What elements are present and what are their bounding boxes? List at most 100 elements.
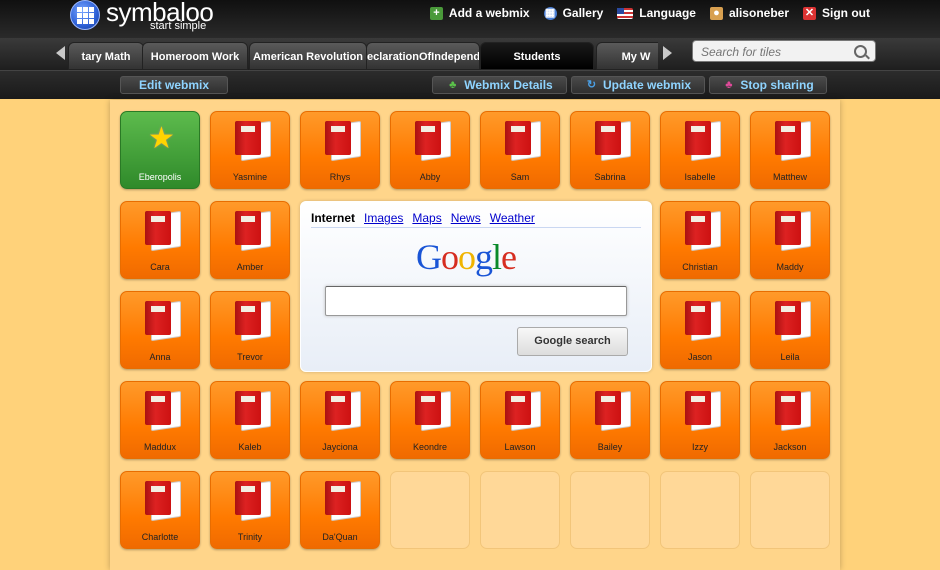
symbaloo-logo[interactable]: symbaloo start simple (70, 0, 230, 38)
webmix-tabs: tary Math Homeroom Work American Revolut… (68, 42, 658, 70)
tile-abby[interactable]: Abby (390, 111, 470, 189)
google-tab-weather[interactable]: Weather (490, 211, 535, 225)
edit-webmix-button[interactable]: Edit webmix (120, 76, 228, 94)
language-link[interactable]: Language (617, 6, 696, 20)
username-label: alisoneber (728, 6, 789, 20)
user-link[interactable]: ● alisoneber (709, 6, 789, 20)
tile-maddy[interactable]: Maddy (750, 201, 830, 279)
book-icon (685, 300, 721, 342)
tile-kaleb[interactable]: Kaleb (210, 381, 290, 459)
tile-label: Trinity (237, 532, 263, 542)
tile-label: Matthew (772, 172, 807, 182)
tabs-scroll-right-icon[interactable] (663, 46, 672, 60)
stop-sharing-label: Stop sharing (740, 78, 814, 92)
tile-label: Cara (150, 262, 170, 272)
tile-maddux[interactable]: Maddux (120, 381, 200, 459)
tile-anna[interactable]: Anna (120, 291, 200, 369)
tab-declaration-of-independence[interactable]: eclarationOfIndepend (366, 42, 480, 70)
tile-label: Jayciona (322, 442, 358, 452)
gallery-link[interactable]: ▦ Gallery (543, 6, 604, 20)
divider (311, 227, 641, 228)
empty-tile-slot (480, 471, 560, 549)
people-icon: ♣ (725, 78, 733, 91)
book-icon (685, 390, 721, 432)
tile-label: Maddy (776, 262, 804, 272)
user-icon: ● (709, 6, 723, 20)
google-tab-news[interactable]: News (451, 211, 481, 225)
book-icon (235, 480, 271, 522)
book-icon (505, 390, 541, 432)
tile-isabelle[interactable]: Isabelle (660, 111, 740, 189)
book-icon (775, 120, 811, 162)
tile-daquan[interactable]: Da'Quan (300, 471, 380, 549)
tile-label: Jason (687, 352, 713, 362)
tab-students[interactable]: Students (480, 42, 594, 70)
gallery-label: Gallery (562, 6, 604, 20)
update-webmix-button[interactable]: ↻ Update webmix (571, 76, 705, 94)
book-icon (325, 390, 361, 432)
tile-label: Leila (780, 352, 800, 362)
search-input[interactable] (699, 43, 853, 61)
tab-elementary-math[interactable]: tary Math (68, 42, 144, 70)
book-icon (685, 120, 721, 162)
empty-tile-slot (660, 471, 740, 549)
tile-bailey[interactable]: Bailey (570, 381, 650, 459)
refresh-icon: ↻ (586, 78, 597, 91)
tile-keondre[interactable]: Keondre (390, 381, 470, 459)
tile-jason[interactable]: Jason (660, 291, 740, 369)
google-search-box (325, 286, 627, 316)
tile-jayciona[interactable]: Jayciona (300, 381, 380, 459)
tile-rhys[interactable]: Rhys (300, 111, 380, 189)
google-search-input[interactable] (330, 291, 624, 313)
add-webmix-label: Add a webmix (448, 6, 530, 20)
google-search-button[interactable]: Google search (517, 327, 628, 356)
google-tab-internet[interactable]: Internet (311, 211, 355, 225)
tab-homeroom-work[interactable]: Homeroom Work (142, 42, 248, 70)
empty-tile-slot (570, 471, 650, 549)
top-header: symbaloo start simple + Add a webmix ▦ G… (0, 0, 940, 38)
tile-eberopolis[interactable]: ★ Eberopolis (120, 111, 200, 189)
tabs-scroll-left-icon[interactable] (56, 46, 65, 60)
tile-yasmine[interactable]: Yasmine (210, 111, 290, 189)
tile-jackson[interactable]: Jackson (750, 381, 830, 459)
search-icon[interactable] (854, 45, 867, 58)
tile-trevor[interactable]: Trevor (210, 291, 290, 369)
symbaloo-logo-icon (70, 0, 100, 30)
tile-label: Kaleb (238, 442, 262, 452)
tile-label: Eberopolis (138, 172, 182, 182)
google-tab-maps[interactable]: Maps (412, 211, 441, 225)
tile-label: Amber (236, 262, 264, 272)
webmix-action-bar: Edit webmix ♣ Webmix Details ↻ Update we… (0, 70, 940, 99)
tile-label: Sam (510, 172, 530, 182)
book-icon (505, 120, 541, 162)
tile-label: Anna (149, 352, 171, 362)
tile-matthew[interactable]: Matthew (750, 111, 830, 189)
tile-izzy[interactable]: Izzy (660, 381, 740, 459)
tile-amber[interactable]: Amber (210, 201, 290, 279)
tile-trinity[interactable]: Trinity (210, 471, 290, 549)
add-webmix-link[interactable]: + Add a webmix (429, 6, 530, 20)
plus-icon: + (429, 6, 443, 20)
tile-leila[interactable]: Leila (750, 291, 830, 369)
tile-charlotte[interactable]: Charlotte (120, 471, 200, 549)
people-icon: ♣ (449, 78, 457, 91)
webmix-details-button[interactable]: ♣ Webmix Details (432, 76, 567, 94)
google-search-tabs: Internet Images Maps News Weather (311, 211, 535, 225)
tile-sam[interactable]: Sam (480, 111, 560, 189)
tile-label: Rhys (329, 172, 351, 182)
book-icon (595, 120, 631, 162)
tab-my-webmix[interactable]: My W (596, 42, 658, 70)
tile-sabrina[interactable]: Sabrina (570, 111, 650, 189)
book-icon (235, 300, 271, 342)
stop-sharing-button[interactable]: ♣ Stop sharing (709, 76, 827, 94)
tile-label: Charlotte (141, 532, 179, 542)
language-label: Language (639, 6, 696, 20)
gallery-icon: ▦ (543, 6, 557, 20)
tile-label: Abby (419, 172, 441, 182)
tile-lawson[interactable]: Lawson (480, 381, 560, 459)
tile-cara[interactable]: Cara (120, 201, 200, 279)
tile-christian[interactable]: Christian (660, 201, 740, 279)
sign-out-link[interactable]: ✕ Sign out (803, 6, 870, 20)
tab-american-revolution[interactable]: American Revolution (249, 42, 367, 70)
google-tab-images[interactable]: Images (364, 211, 403, 225)
